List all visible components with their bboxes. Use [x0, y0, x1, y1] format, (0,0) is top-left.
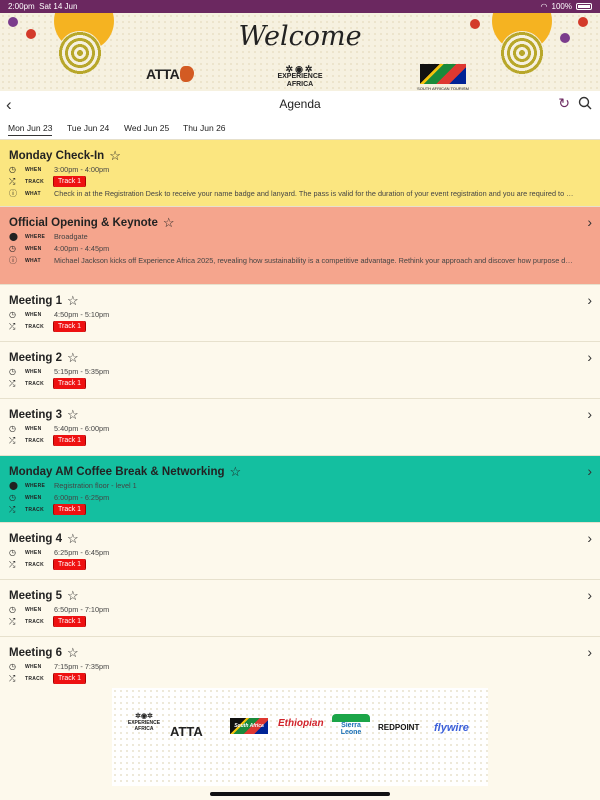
refresh-icon[interactable]: ↻ — [558, 95, 570, 112]
star-icon[interactable]: ☆ — [67, 588, 79, 604]
tab-wed-jun-25[interactable]: Wed Jun 25 — [124, 123, 169, 133]
location-icon: ⬤ — [9, 481, 18, 490]
nav-bar: ‹ Agenda ↻ — [0, 91, 600, 117]
chevron-right-icon: › — [587, 292, 592, 308]
search-icon[interactable] — [578, 96, 592, 110]
sponsor-logo-atta: ATTA — [170, 724, 203, 739]
track-badge: Track 1 — [52, 616, 87, 627]
session-title: Meeting 6 — [9, 646, 63, 659]
info-icon: ⓘ — [9, 256, 17, 265]
tab-tue-jun-24[interactable]: Tue Jun 24 — [67, 123, 109, 133]
chevron-right-icon: › — [587, 349, 592, 365]
location-icon: ⬤ — [9, 232, 18, 241]
session-title: Meeting 2 — [9, 351, 63, 364]
session-title: Official Opening & Keynote — [9, 216, 158, 229]
page-title: Agenda — [279, 97, 321, 111]
session-title: Meeting 5 — [9, 589, 63, 602]
star-icon[interactable]: ☆ — [230, 464, 242, 480]
track-badge: Track 1 — [52, 673, 87, 684]
sponsor-logo-south-africa: South Africa — [230, 718, 268, 734]
chevron-right-icon: › — [587, 214, 592, 230]
battery-percent: 100% — [551, 2, 572, 11]
track-badge: Track 1 — [52, 435, 87, 446]
chevron-right-icon: › — [587, 587, 592, 603]
clock-icon: ◷ — [9, 548, 16, 557]
session-title: Meeting 4 — [9, 532, 63, 545]
home-indicator — [210, 792, 390, 796]
day-tabs: Mon Jun 23 Tue Jun 24 Wed Jun 25 Thu Jun… — [0, 117, 600, 140]
session-title: Monday Check-In — [9, 149, 105, 162]
clock-icon: ◷ — [9, 605, 16, 614]
agenda-item-meeting-5[interactable]: › Meeting 5 ☆ ◷ WHEN 6:50pm - 7:10pm ⤮ TRACK… — [0, 580, 600, 637]
session-title: Meeting 3 — [9, 408, 63, 421]
sponsor-logo-ethiopian: Ethiopian — [278, 718, 324, 729]
star-icon[interactable]: ☆ — [67, 645, 79, 661]
agenda-item-meeting-4[interactable]: › Meeting 4 ☆ ◷ WHEN 6:25pm - 6:45pm ⤮ TRACK… — [0, 523, 600, 580]
sponsor-logo-redpoint: REDPOINT — [378, 723, 420, 732]
track-icon: ⤮ — [9, 176, 16, 186]
chevron-right-icon: › — [587, 644, 592, 660]
star-icon[interactable]: ☆ — [67, 531, 79, 547]
track-badge: Track 1 — [52, 378, 87, 389]
star-icon[interactable]: ☆ — [109, 148, 121, 164]
clock-icon: ◷ — [9, 310, 16, 319]
track-icon: ⤮ — [9, 616, 16, 626]
track-badge: Track 1 — [52, 504, 87, 515]
clock-icon: ◷ — [9, 244, 16, 253]
agenda-item-monday-check-in[interactable]: Monday Check-In ☆ ◷ WHEN 3:00pm - 4:00pm ⤮ T… — [0, 140, 600, 207]
track-badge: Track 1 — [52, 321, 87, 332]
agenda-item-meeting-1[interactable]: › Meeting 1 ☆ ◷ WHEN 4:50pm - 5:10pm ⤮ TRACK… — [0, 285, 600, 342]
welcome-banner: Welcome ATTA ✲◉✲ EXPERIENCE AFRICA SOUTH … — [0, 13, 600, 91]
clock-icon: ◷ — [9, 424, 16, 433]
track-icon: ⤮ — [9, 504, 16, 514]
chevron-right-icon: › — [587, 463, 592, 479]
sponsor-logo-flywire: flywire — [434, 722, 469, 734]
track-icon: ⤮ — [9, 435, 16, 445]
chevron-right-icon: › — [587, 530, 592, 546]
south-africa-tourism-logo: SOUTH AFRICAN TOURISM — [416, 64, 470, 91]
track-icon: ⤮ — [9, 559, 16, 569]
agenda-item-meeting-2[interactable]: › Meeting 2 ☆ ◷ WHEN 5:15pm - 5:35pm ⤮ TRACK… — [0, 342, 600, 399]
sponsor-logo-sierra-leone: Sierra Leone — [332, 714, 370, 736]
agenda-list: Monday Check-In ☆ ◷ WHEN 3:00pm - 4:00pm ⤮ T… — [0, 140, 600, 691]
status-right: ◠ 100% — [541, 2, 592, 11]
experience-africa-logo: ✲◉✲ EXPERIENCE AFRICA — [277, 64, 323, 89]
star-icon[interactable]: ☆ — [67, 407, 79, 423]
sponsor-logo-experience-africa: ✲◉✲ EXPERIENCE AFRICA — [127, 713, 161, 732]
wifi-icon: ◠ — [540, 2, 548, 11]
track-badge: Track 1 — [52, 559, 87, 570]
status-bar: 2:00pm Sat 14 Jun ◠ 100% — [0, 0, 600, 13]
track-badge: Track 1 — [52, 176, 87, 187]
agenda-item-meeting-3[interactable]: › Meeting 3 ☆ ◷ WHEN 5:40pm - 6:00pm ⤮ TRACK… — [0, 399, 600, 456]
welcome-title: Welcome — [238, 21, 362, 52]
star-icon[interactable]: ☆ — [163, 215, 175, 231]
battery-icon — [576, 3, 592, 10]
track-icon: ⤮ — [9, 673, 16, 683]
agenda-item-official-opening[interactable]: › Official Opening & Keynote ☆ ⬤ WHERE Broa… — [0, 207, 600, 285]
session-title: Monday AM Coffee Break & Networking — [9, 465, 225, 478]
info-icon: ⓘ — [9, 189, 17, 198]
tab-mon-jun-23[interactable]: Mon Jun 23 — [8, 123, 53, 136]
star-icon[interactable]: ☆ — [67, 350, 79, 366]
chevron-right-icon: › — [587, 406, 592, 422]
star-icon[interactable]: ☆ — [67, 293, 79, 309]
tab-thu-jun-26[interactable]: Thu Jun 26 — [183, 123, 226, 133]
track-icon: ⤮ — [9, 378, 16, 388]
agenda-item-meeting-6[interactable]: › Meeting 6 ☆ ◷ WHEN 7:15pm - 7:35pm ⤮ TRACK… — [0, 637, 600, 691]
clock-icon: ◷ — [9, 165, 16, 174]
clock-icon: ◷ — [9, 367, 16, 376]
agenda-item-coffee-break[interactable]: › Monday AM Coffee Break & Networking ☆ ⬤… — [0, 456, 600, 523]
sponsors-banner: ✲◉✲ EXPERIENCE AFRICA ATTA South Africa E… — [112, 688, 488, 786]
status-time: 2:00pm Sat 14 Jun — [8, 2, 78, 11]
clock-icon: ◷ — [9, 662, 16, 671]
session-title: Meeting 1 — [9, 294, 63, 307]
track-icon: ⤮ — [9, 321, 16, 331]
clock-icon: ◷ — [9, 493, 16, 502]
atta-logo: ATTA — [146, 66, 195, 82]
